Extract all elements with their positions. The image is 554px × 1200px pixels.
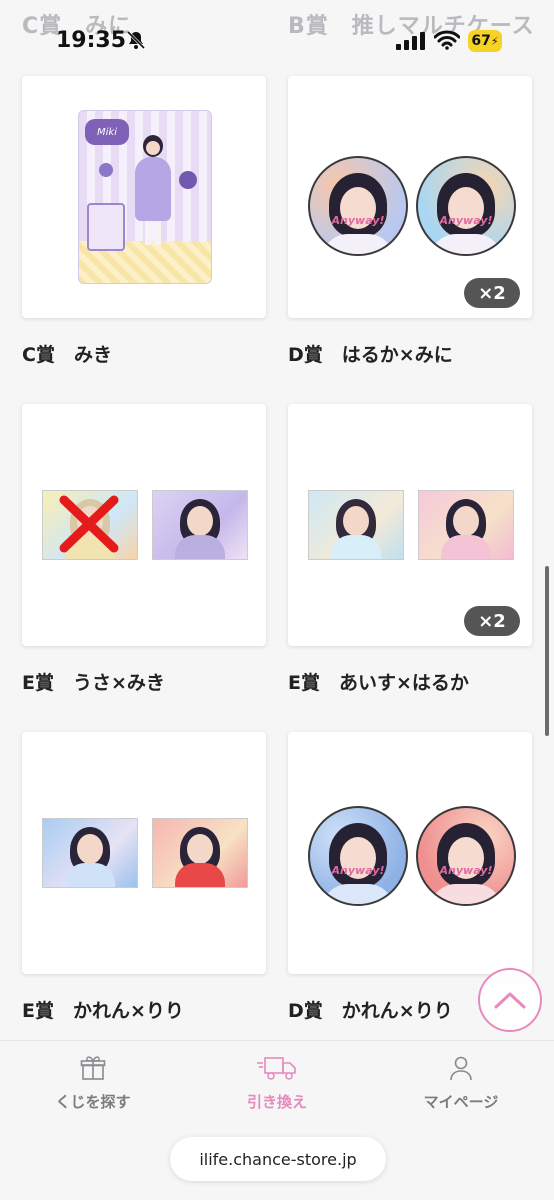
nav-item-search-lottery[interactable]: くじを探す <box>28 1055 158 1112</box>
nav-item-label: マイページ <box>423 1093 499 1111</box>
badge-print-text: Anyway! <box>439 863 493 877</box>
can-badge-image: Anyway! <box>416 806 516 906</box>
quantity-badge: ×2 <box>464 606 520 636</box>
prize-label: E賞 あいす×はるか <box>288 672 469 694</box>
browser-url-bar[interactable]: ilife.chance-store.jp <box>170 1137 386 1181</box>
url-text: ilife.chance-store.jp <box>199 1149 357 1169</box>
photo-card-image <box>42 818 138 888</box>
prize-label: D賞 かれん×りり <box>288 1000 453 1022</box>
badge-print-text: Anyway! <box>331 863 385 877</box>
prize-label: D賞 はるか×みに <box>288 344 453 366</box>
prize-label: C賞 みき <box>22 344 112 366</box>
truck-icon <box>257 1057 296 1080</box>
cross-mark-icon <box>59 495 119 553</box>
prize-label: E賞 かれん×りり <box>22 1000 184 1022</box>
battery-level: 67 <box>471 33 491 49</box>
nav-item-label: 引き換え <box>246 1093 307 1111</box>
scroll-to-top-button[interactable] <box>478 968 542 1032</box>
nav-item-exchange[interactable]: 引き換え <box>212 1055 342 1112</box>
person-icon <box>450 1056 472 1081</box>
can-badge-image: Anyway! <box>416 156 516 256</box>
status-bar: C賞 みに B賞 推しマルチケース 19:35 67 ⚡ <box>0 0 554 70</box>
wifi-icon <box>434 30 460 50</box>
scrollbar[interactable] <box>545 566 549 736</box>
clock: 19:35 <box>56 28 127 53</box>
prize-label: E賞 うさ×みき <box>22 672 165 694</box>
cellular-signal-icon <box>396 32 425 50</box>
acrylic-stand-image: Miki <box>78 110 212 284</box>
prize-card[interactable]: Anyway! Anyway! ×2 <box>288 76 532 318</box>
prize-card[interactable] <box>22 732 266 974</box>
prize-card[interactable]: Miki <box>22 76 266 318</box>
photo-card-image <box>308 490 404 560</box>
prize-list-page: C賞 みに B賞 推しマルチケース 19:35 67 ⚡ Miki C賞 みき … <box>0 0 554 1200</box>
battery-indicator: 67 ⚡ <box>468 30 502 52</box>
badge-print-text: Anyway! <box>331 213 385 227</box>
nav-item-label: くじを探す <box>55 1093 131 1111</box>
prize-card[interactable] <box>22 404 266 646</box>
quantity-badge: ×2 <box>464 278 520 308</box>
can-badge-image: Anyway! <box>308 806 408 906</box>
bottom-navigation: くじを探す 引き換え マイページ ilife.chance-store.jp <box>0 1040 554 1200</box>
badge-print-text: Anyway! <box>439 213 493 227</box>
nav-item-my-page[interactable]: マイページ <box>396 1055 526 1112</box>
prize-card[interactable]: ×2 <box>288 404 532 646</box>
charging-icon: ⚡ <box>490 34 499 48</box>
chevron-up-icon <box>494 992 526 1009</box>
bell-muted-icon <box>126 30 146 50</box>
photo-card-image <box>152 818 248 888</box>
photo-card-image <box>418 490 514 560</box>
can-badge-image: Anyway! <box>308 156 408 256</box>
photo-card-image <box>152 490 248 560</box>
gift-icon <box>80 1056 106 1080</box>
prize-card[interactable]: Anyway! Anyway! <box>288 732 532 974</box>
